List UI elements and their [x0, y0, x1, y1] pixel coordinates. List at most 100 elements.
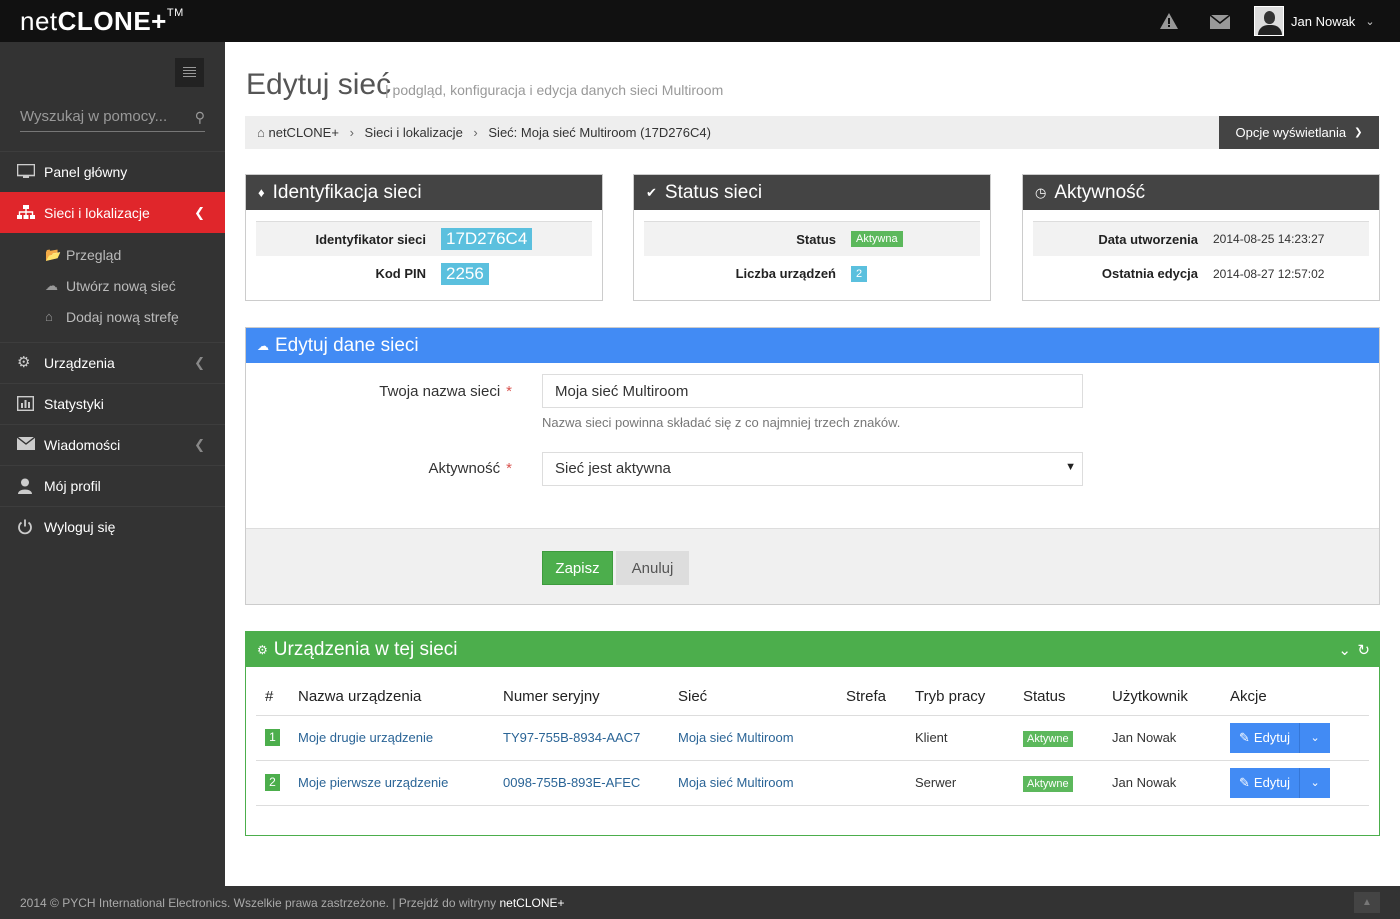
device-network-link[interactable]: Moja sieć Multiroom [678, 775, 794, 790]
network-status-panel: ✔ Status sieci Status Aktywna Liczba urz… [633, 174, 991, 301]
user-menu[interactable]: Jan Nowak ⌄ [1254, 5, 1375, 37]
device-serial-link[interactable]: TY97-755B-8934-AAC7 [503, 730, 640, 745]
footer-text: 2014 © PYCH International Electronics. W… [20, 895, 497, 910]
sidebar-subitem-overview[interactable]: 📂 Przegląd [0, 239, 225, 270]
chevron-left-icon: ❮ [194, 437, 205, 452]
folder-open-icon: 📂 [45, 247, 62, 262]
breadcrumb-networks[interactable]: Sieci i lokalizacje [365, 125, 463, 140]
envelope-icon [16, 436, 36, 453]
clock-icon: ◷ [1035, 184, 1047, 200]
form-actions: Zapisz Anuluj [246, 528, 1379, 604]
envelope-icon[interactable] [1209, 14, 1231, 35]
cancel-button[interactable]: Anuluj [616, 551, 689, 585]
edit-device-button[interactable]: ✎ Edytuj [1230, 767, 1301, 798]
collapse-icon[interactable]: ⌄ [1338, 641, 1351, 659]
device-user: Jan Nowak [1103, 715, 1221, 761]
edit-dropdown-toggle[interactable]: ⌄ [1300, 767, 1331, 798]
monitor-icon [16, 163, 36, 180]
sitemap-icon [17, 205, 35, 221]
breadcrumb-home[interactable]: netCLONE+ [268, 125, 338, 140]
warning-icon[interactable] [1159, 12, 1179, 32]
sidebar-item-label: Wiadomości [44, 437, 121, 453]
edit-dropdown-toggle[interactable]: ⌄ [1300, 722, 1331, 753]
network-name-input[interactable] [542, 374, 1083, 408]
page-title: Edytuj sieć [246, 68, 392, 101]
column-header: Akcje [1221, 678, 1369, 716]
device-zone [837, 715, 906, 761]
sidebar-item-logout[interactable]: Wyloguj się [0, 506, 225, 547]
device-name-link[interactable]: Moje drugie urządzenie [298, 730, 433, 745]
column-header: Numer seryjny [494, 678, 669, 716]
sidebar-subitem-create-network[interactable]: ☁ Utwórz nową sieć [0, 270, 225, 301]
column-header: Nazwa urządzenia [289, 678, 494, 716]
devices-table: # Nazwa urządzenia Numer seryjny Sieć St… [256, 678, 1369, 806]
activity-select-value: Sieć jest aktywna [555, 460, 671, 477]
row-number-badge: 2 [265, 774, 280, 791]
user-name: Jan Nowak [1291, 13, 1356, 29]
activity-select[interactable]: Sieć jest aktywna ▼ [542, 452, 1083, 486]
chevron-up-icon: ▲ [1362, 897, 1372, 908]
cloud-icon: ☁ [45, 278, 58, 293]
display-options-button[interactable]: Opcje wyświetlania ❯ [1219, 116, 1379, 149]
created-label: Data utworzenia [1098, 231, 1198, 247]
sidebar-item-label: Mój profil [44, 478, 101, 494]
power-icon [17, 519, 35, 535]
display-options-label: Opcje wyświetlania [1235, 125, 1347, 140]
sidebar-subitem-add-zone[interactable]: ⌂ Dodaj nową strefę [0, 301, 225, 332]
chevron-down-icon: ❯ [1354, 127, 1363, 138]
sidebar-subnav: 📂 Przegląd ☁ Utwórz nową sieć ⌂ Dodaj no… [0, 233, 225, 342]
device-mode: Klient [906, 715, 1014, 761]
app-logo[interactable]: netCLONE+TM [20, 6, 184, 37]
cogs-icon: ⚙ [257, 642, 268, 657]
sidebar-item-label: Panel główny [44, 164, 128, 180]
help-search-input[interactable] [20, 108, 180, 125]
edit-button-group: ✎ Edytuj ⌄ [1230, 722, 1331, 753]
sidebar-item-messages[interactable]: Wiadomości ❮ [0, 424, 225, 465]
column-header: Tryb pracy [906, 678, 1014, 716]
table-header: # Nazwa urządzenia Numer seryjny Sieć St… [256, 678, 1369, 716]
network-name-help: Nazwa sieci powinna składać się z co naj… [542, 415, 901, 430]
footer-site-link[interactable]: netCLONE+ [500, 896, 565, 910]
table-row: 2 Moje pierwsze urządzenie 0098-755B-893… [256, 760, 1369, 806]
tag-icon: ♦ [258, 185, 265, 200]
created-row: Data utworzenia 2014-08-25 14:23:27 [1033, 221, 1369, 256]
refresh-icon[interactable]: ↻ [1357, 641, 1370, 659]
cogs-icon: ⚙ [17, 354, 31, 371]
chevron-down-icon: ⌄ [1310, 777, 1320, 789]
status-row: Status Aktywna [644, 221, 980, 256]
sidebar-item-networks[interactable]: Sieci i lokalizacje ❮ [0, 192, 225, 233]
sidebar-item-profile[interactable]: Mój profil [0, 465, 225, 506]
top-bar: netCLONE+TM Jan Nowak ⌄ [0, 0, 1400, 42]
device-network-link[interactable]: Moja sieć Multiroom [678, 730, 794, 745]
chevron-down-icon: ⌄ [1310, 732, 1320, 744]
cloud-icon: ☁ [257, 338, 269, 353]
search-icon[interactable]: ⚲ [195, 109, 205, 126]
sidebar-item-label: Sieci i lokalizacje [44, 205, 150, 221]
panel-title: Aktywność [1054, 181, 1146, 203]
network-id-value: 17D276C4 [441, 228, 533, 250]
edit-button-group: ✎ Edytuj ⌄ [1230, 767, 1331, 798]
save-button[interactable]: Zapisz [542, 551, 613, 585]
panel-title: Edytuj dane sieci [275, 334, 419, 356]
sidebar-item-dashboard[interactable]: Panel główny [0, 151, 225, 192]
panel-title: Identyfikacja sieci [272, 181, 422, 203]
created-value: 2014-08-25 14:23:27 [1213, 232, 1325, 246]
pin-row: Kod PIN 2256 [256, 256, 592, 291]
chevron-down-icon: ⌄ [1365, 15, 1375, 28]
edit-icon: ✎ [1239, 729, 1250, 745]
bar-chart-icon [16, 395, 35, 412]
scroll-top-button[interactable]: ▲ [1354, 892, 1380, 913]
sidebar-subitem-label: Utwórz nową sieć [66, 277, 176, 294]
breadcrumb-current: Sieć: Moja sieć Multiroom (17D276C4) [488, 125, 711, 140]
column-header: Użytkownik [1103, 678, 1221, 716]
device-zone [837, 760, 906, 806]
home-icon: ⌂ [45, 309, 53, 324]
sidebar-item-devices[interactable]: ⚙ Urządzenia ❮ [0, 342, 225, 383]
device-name-link[interactable]: Moje pierwsze urządzenie [298, 775, 448, 790]
panel-title: Urządzenia w tej sieci [273, 638, 458, 660]
edit-device-button[interactable]: ✎ Edytuj [1230, 722, 1301, 753]
sidebar-item-statistics[interactable]: Statystyki [0, 383, 225, 424]
edited-row: Ostatnia edycja 2014-08-27 12:57:02 [1033, 256, 1369, 291]
device-serial-link[interactable]: 0098-755B-893E-AFEC [503, 775, 640, 790]
sidebar-toggle-button[interactable] [175, 58, 204, 87]
